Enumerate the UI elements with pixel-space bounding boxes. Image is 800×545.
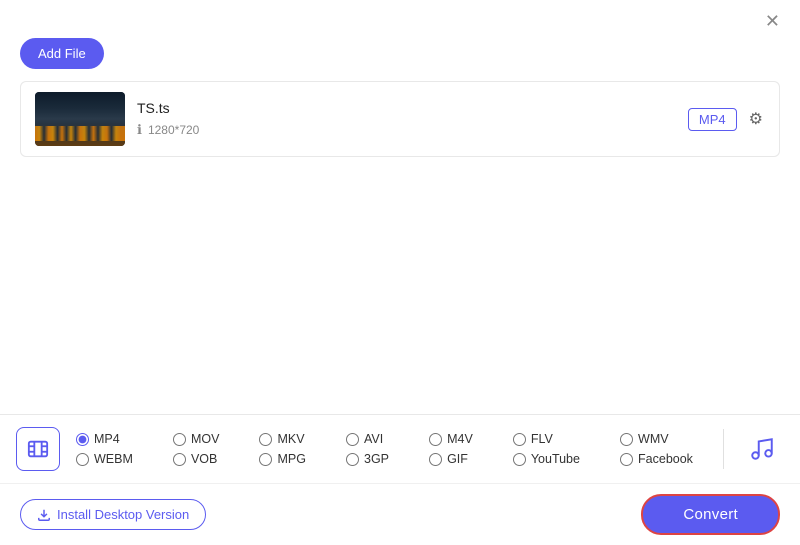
- video-format-icon-wrap[interactable]: [16, 427, 60, 471]
- file-resolution: 1280*720: [148, 123, 199, 137]
- format-mov[interactable]: MOV: [173, 432, 244, 446]
- film-icon: [27, 438, 49, 460]
- download-icon: [37, 508, 51, 522]
- music-icon-wrap[interactable]: [740, 427, 784, 471]
- divider: [723, 429, 724, 469]
- file-item: TS.ts ℹ 1280*720 MP4 ⚙: [21, 82, 779, 156]
- format-gif[interactable]: GIF: [429, 452, 497, 466]
- format-mp4[interactable]: MP4: [76, 432, 157, 446]
- title-bar: ✕: [0, 0, 800, 38]
- main-content: [0, 157, 800, 407]
- format-facebook[interactable]: Facebook: [620, 452, 717, 466]
- file-info: TS.ts ℹ 1280*720: [125, 100, 688, 138]
- install-desktop-button[interactable]: Install Desktop Version: [20, 499, 206, 530]
- format-avi[interactable]: AVI: [346, 432, 413, 446]
- bottom-actions: Install Desktop Version Convert: [0, 484, 800, 545]
- info-icon: ℹ: [137, 122, 142, 138]
- format-youtube[interactable]: YouTube: [513, 452, 604, 466]
- file-actions: MP4 ⚙: [688, 107, 765, 131]
- file-name: TS.ts: [137, 100, 688, 116]
- format-wmv[interactable]: WMV: [620, 432, 717, 446]
- format-webm[interactable]: WEBM: [76, 452, 157, 466]
- format-flv[interactable]: FLV: [513, 432, 604, 446]
- convert-button[interactable]: Convert: [641, 494, 780, 535]
- add-file-button[interactable]: Add File: [20, 38, 104, 69]
- install-label: Install Desktop Version: [57, 507, 189, 522]
- format-grid: MP4 MOV MKV AVI M4V FLV: [76, 432, 717, 466]
- close-button[interactable]: ✕: [761, 10, 784, 32]
- toolbar: Add File: [0, 38, 800, 81]
- file-list: TS.ts ℹ 1280*720 MP4 ⚙: [20, 81, 780, 157]
- format-3gp[interactable]: 3GP: [346, 452, 413, 466]
- file-meta: ℹ 1280*720: [137, 122, 688, 138]
- bottom-panel: MP4 MOV MKV AVI M4V FLV: [0, 414, 800, 545]
- music-icon: [749, 436, 775, 462]
- format-m4v[interactable]: M4V: [429, 432, 497, 446]
- settings-button[interactable]: ⚙: [747, 107, 765, 131]
- format-mpg[interactable]: MPG: [259, 452, 330, 466]
- format-badge[interactable]: MP4: [688, 108, 737, 131]
- format-mkv[interactable]: MKV: [259, 432, 330, 446]
- format-selector: MP4 MOV MKV AVI M4V FLV: [0, 415, 800, 484]
- file-thumbnail: [35, 92, 125, 146]
- format-vob[interactable]: VOB: [173, 452, 244, 466]
